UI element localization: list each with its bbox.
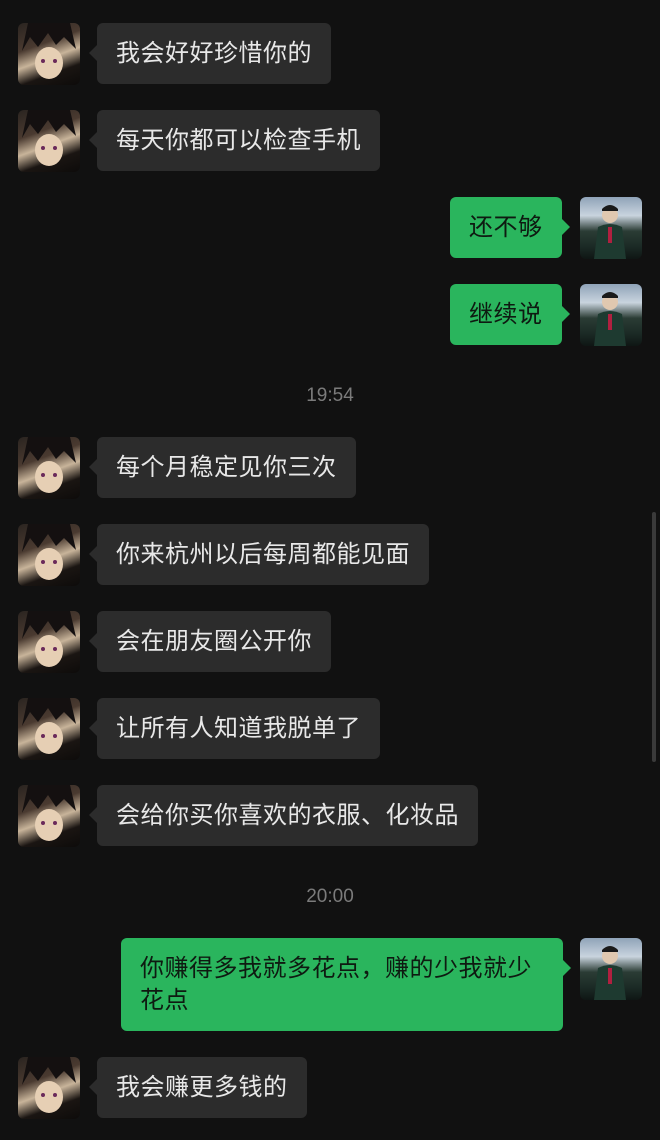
message-bubble-sent[interactable]: 还不够 — [450, 197, 569, 258]
message-bubble-received[interactable]: 会在朋友圈公开你 — [89, 611, 331, 672]
contact-avatar[interactable] — [18, 785, 80, 847]
contact-avatar[interactable] — [18, 23, 80, 85]
message-bubble-received[interactable]: 每个月稳定见你三次 — [89, 437, 356, 498]
message-bubble-received[interactable]: 我会赚更多钱的 — [89, 1057, 307, 1118]
message-timestamp: 20:00 — [306, 886, 354, 907]
message-bubble-received[interactable]: 会给你买你喜欢的衣服、化妆品 — [89, 785, 478, 846]
message-bubble-received[interactable]: 每天你都可以检查手机 — [89, 110, 380, 171]
my-avatar[interactable] — [580, 197, 642, 259]
message-bubble-received[interactable]: 你来杭州以后每周都能见面 — [89, 524, 429, 585]
my-avatar[interactable] — [580, 938, 642, 1000]
contact-avatar[interactable] — [18, 1057, 80, 1119]
message-bubble-sent[interactable]: 继续说 — [450, 284, 569, 345]
message-bubble-received[interactable]: 让所有人知道我脱单了 — [89, 698, 380, 759]
message-timestamp: 19:54 — [306, 385, 354, 406]
message-bubble-received[interactable]: 我会好好珍惜你的 — [89, 23, 331, 84]
message-bubble-sent[interactable]: 你赚得多我就多花点，赚的少我就少 花点 — [121, 938, 571, 1031]
contact-avatar[interactable] — [18, 611, 80, 673]
contact-avatar[interactable] — [18, 698, 80, 760]
my-avatar[interactable] — [580, 284, 642, 346]
contact-avatar[interactable] — [18, 110, 80, 172]
scrollbar[interactable] — [652, 512, 656, 762]
contact-avatar[interactable] — [18, 437, 80, 499]
contact-avatar[interactable] — [18, 524, 80, 586]
chat-area: 我会好好珍惜你的 每天你都可以检查手机 还不够 继续说 19:54 每个月稳定见… — [0, 0, 660, 1140]
